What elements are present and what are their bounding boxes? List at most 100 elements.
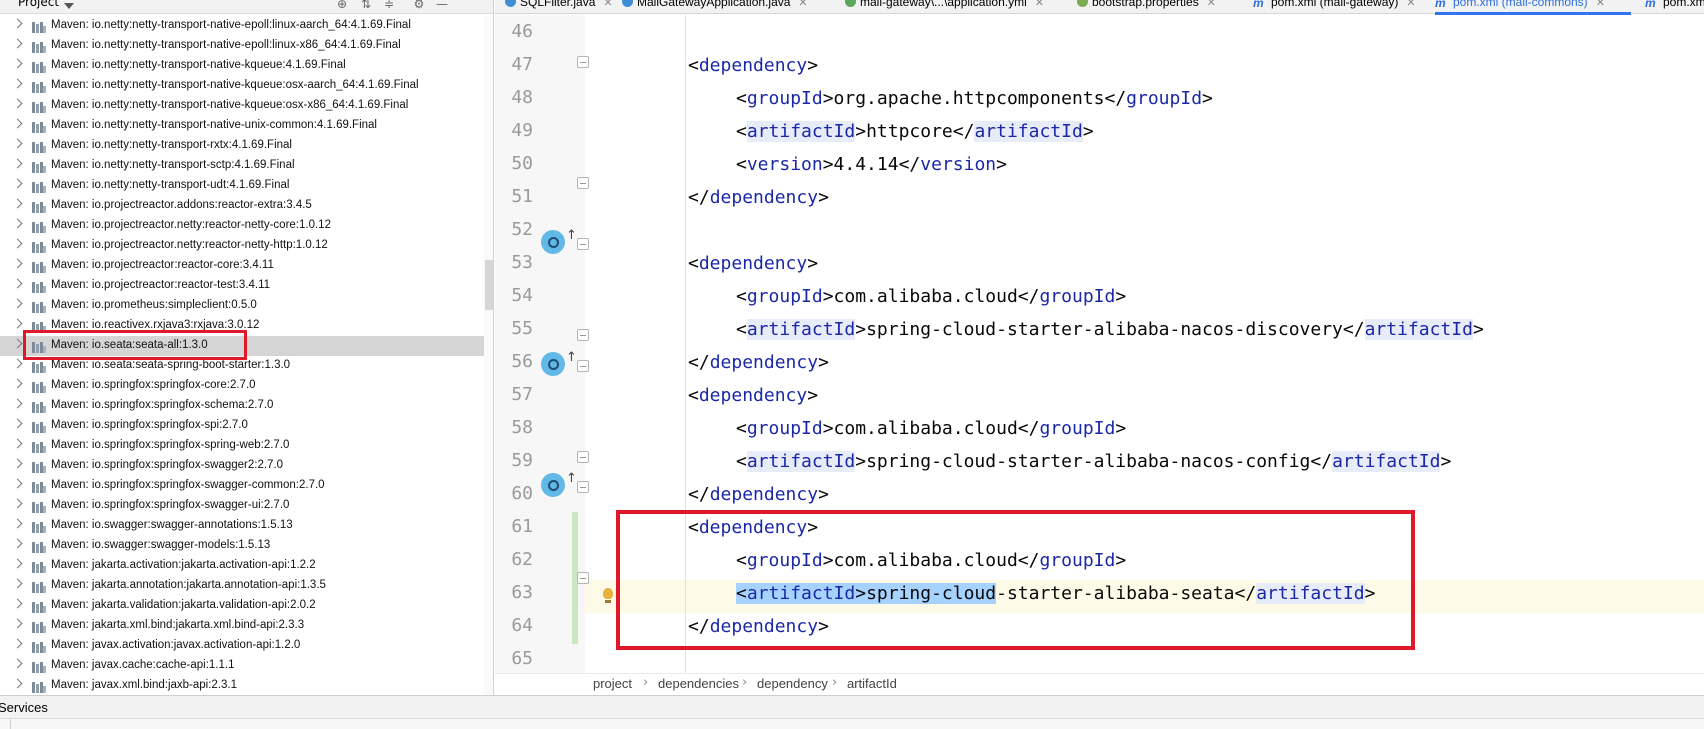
chevron-right-icon[interactable] [12,498,23,509]
tree-item[interactable]: Maven: io.prometheus:simpleclient:0.5.0 [0,296,493,316]
breadcrumb-item-artifactid[interactable]: artifactId [847,676,897,691]
chevron-right-icon[interactable] [12,318,23,329]
close-icon[interactable]: ✕ [1035,0,1044,9]
chevron-right-icon[interactable] [12,618,23,629]
fold-marker-icon[interactable] [577,177,589,189]
chevron-right-icon[interactable] [12,218,23,229]
chevron-right-icon[interactable] [12,438,23,449]
chevron-right-icon[interactable] [12,278,23,289]
chevron-right-icon[interactable] [12,258,23,269]
chevron-right-icon[interactable] [12,458,23,469]
chevron-right-icon[interactable] [12,578,23,589]
chevron-right-icon[interactable] [12,478,23,489]
fold-marker-icon[interactable] [577,56,589,68]
tab-pom-mall-gateway[interactable]: m pom.xml (mall-gateway) ✕ [1253,0,1416,13]
code-line-55[interactable]: <artifactId>spring-cloud-starter-alibaba… [736,313,1484,346]
close-icon[interactable]: ✕ [798,0,807,9]
code-line-48[interactable]: <groupId>org.apache.httpcomponents</grou… [736,82,1213,115]
tree-item[interactable]: Maven: io.netty:netty-transport-native-k… [0,56,493,76]
tree-item[interactable]: Maven: io.springfox:springfox-swagger-co… [0,476,493,496]
tree-item[interactable]: Maven: javax.activation:javax.activation… [0,636,493,656]
chevron-right-icon[interactable] [12,418,23,429]
chevron-right-icon[interactable] [12,238,23,249]
code-line-58[interactable]: <groupId>com.alibaba.cloud</groupId> [736,412,1126,445]
code-line-59[interactable]: <artifactId>spring-cloud-starter-alibaba… [736,445,1451,478]
chevron-right-icon[interactable] [12,18,23,29]
chevron-right-icon[interactable] [12,378,23,389]
chevron-right-icon[interactable] [12,598,23,609]
chevron-right-icon[interactable] [12,558,23,569]
tree-item[interactable]: Maven: io.springfox:springfox-spi:2.7.0 [0,416,493,436]
chevron-right-icon[interactable] [12,678,23,689]
code-editor[interactable]: 46 47 48 49 50 51 52 53 54 55 56 57 58 59 60 61 62 63 64 65… [495,15,1704,673]
code-line-54[interactable]: <groupId>com.alibaba.cloud</groupId> [736,280,1126,313]
scrollbar-track[interactable] [484,16,493,695]
chevron-right-icon[interactable] [12,358,23,369]
chevron-right-icon[interactable] [12,118,23,129]
fold-marker-icon[interactable] [577,451,589,463]
project-panel-title[interactable]: Project [18,0,59,9]
tree-item[interactable]: Maven: io.springfox:springfox-spring-web… [0,436,493,456]
breadcrumb-item-project[interactable]: project [593,676,632,691]
tree-item[interactable]: Maven: io.springfox:springfox-swagger-ui… [0,496,493,516]
chevron-right-icon[interactable] [12,298,23,309]
expand-all-icon[interactable]: ≑ [381,0,397,11]
chevron-right-icon[interactable] [12,538,23,549]
chevron-right-icon[interactable] [12,398,23,409]
tree-item[interactable]: Maven: io.netty:netty-transport-native-u… [0,116,493,136]
code-line-53[interactable]: <dependency> [688,247,818,280]
tab-application-yml[interactable]: mall-gateway\...\application.yml ✕ [845,0,1044,13]
chevron-down-icon[interactable] [64,3,74,9]
close-icon[interactable]: ✕ [603,0,612,9]
tree-item[interactable]: Maven: io.projectreactor.netty:reactor-n… [0,236,493,256]
chevron-right-icon[interactable] [12,178,23,189]
code-line-49[interactable]: <artifactId>httpcore</artifactId> [736,115,1094,148]
code-line-60[interactable]: </dependency> [688,478,829,511]
chevron-right-icon[interactable] [12,78,23,89]
chevron-right-icon[interactable] [12,158,23,169]
close-icon[interactable]: ✕ [1406,0,1415,9]
tree-item[interactable]: Maven: io.springfox:springfox-core:2.7.0 [0,376,493,396]
breadcrumb-item-dependencies[interactable]: dependencies [658,676,739,691]
tree-item[interactable]: Maven: io.netty:netty-transport-rxtx:4.1… [0,136,493,156]
code-line-47[interactable]: <dependency> [688,49,818,82]
tree-item[interactable]: Maven: javax.cache:cache-api:1.1.1 [0,656,493,676]
collapse-all-icon[interactable]: ⇅ [358,0,374,11]
fold-marker-icon[interactable] [577,238,589,250]
tree-item[interactable]: Maven: jakarta.annotation:jakarta.annota… [0,576,493,596]
code-line-56[interactable]: </dependency> [688,346,829,379]
lightbulb-icon[interactable] [601,588,615,606]
tree-item[interactable]: Maven: io.netty:netty-transport-sctp:4.1… [0,156,493,176]
tree-item[interactable]: Maven: io.projectreactor.addons:reactor-… [0,196,493,216]
tree-item[interactable]: Maven: jakarta.xml.bind:jakarta.xml.bind… [0,616,493,636]
dependency-navigate-icon[interactable]: ↑ [541,350,577,376]
fold-marker-icon[interactable] [577,481,589,493]
services-tab[interactable]: Services [0,700,48,715]
tree-item[interactable]: Maven: io.projectreactor.netty:reactor-n… [0,216,493,236]
settings-gear-icon[interactable]: ⚙ [411,0,427,11]
chevron-right-icon[interactable] [12,98,23,109]
tree-item[interactable]: Maven: jakarta.activation:jakarta.activa… [0,556,493,576]
code-line-57[interactable]: <dependency> [688,379,818,412]
dependency-navigate-icon[interactable]: ↑ [541,471,577,497]
tree-item[interactable]: Maven: jakarta.validation:jakarta.valida… [0,596,493,616]
tree-item[interactable]: Maven: io.netty:netty-transport-native-e… [0,36,493,56]
tree-item[interactable]: Maven: io.netty:netty-transport-native-e… [0,16,493,36]
code-line-51[interactable]: </dependency> [688,181,829,214]
tree-item[interactable]: Maven: io.netty:netty-transport-native-k… [0,96,493,116]
close-icon[interactable]: ✕ [1596,0,1605,9]
tree-item[interactable]: Maven: io.netty:netty-transport-udt:4.1.… [0,176,493,196]
tab-mall-gateway-application[interactable]: MallGatewayApplication.java ✕ [622,0,808,13]
chevron-right-icon[interactable] [12,198,23,209]
fold-marker-icon[interactable] [577,572,589,584]
tab-pom-other[interactable]: m pom.xm [1645,0,1704,13]
tree-item[interactable]: Maven: io.projectreactor:reactor-test:3.… [0,276,493,296]
chevron-right-icon[interactable] [12,338,23,349]
fold-marker-icon[interactable] [577,360,589,372]
dependency-navigate-icon[interactable]: ↑ [541,228,577,254]
code-line-50[interactable]: <version>4.4.14</version> [736,148,1007,181]
chevron-right-icon[interactable] [12,658,23,669]
close-icon[interactable]: ✕ [1207,0,1216,9]
breadcrumb-item-dependency[interactable]: dependency [757,676,828,691]
tree-item[interactable]: Maven: io.projectreactor:reactor-core:3.… [0,256,493,276]
